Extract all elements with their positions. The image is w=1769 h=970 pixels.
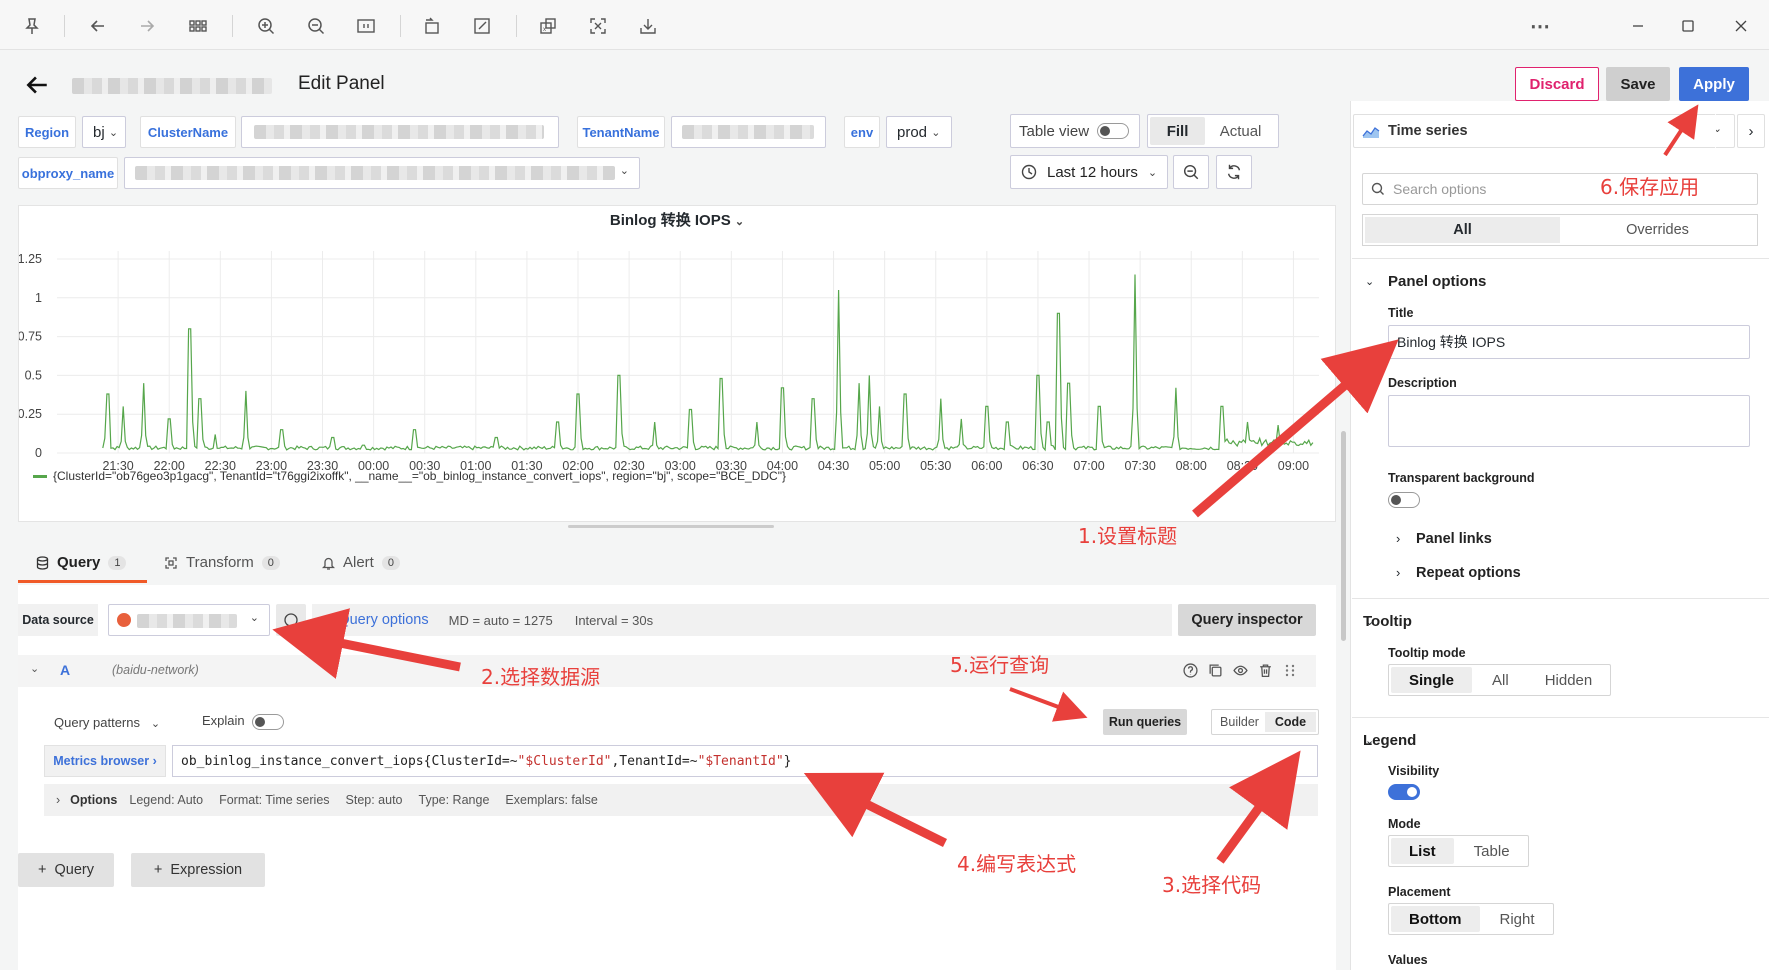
zoom-in-icon[interactable] [252, 12, 280, 40]
forward-icon[interactable] [133, 12, 161, 40]
annotation-set-title: 1.设置标题 [1078, 524, 1178, 548]
svg-text:x: x [543, 27, 546, 33]
fit-icon[interactable] [352, 12, 380, 40]
more-icon[interactable]: ⋯ [1526, 12, 1554, 40]
annotation-write-expression: 4.编写表达式 [957, 852, 1077, 876]
screenshot-icon[interactable] [584, 12, 612, 40]
annotation-save-apply: 6.保存应用 [1600, 175, 1700, 199]
grid-icon[interactable] [184, 12, 212, 40]
translate-icon[interactable]: x [534, 12, 562, 40]
browser-toolbar: x ⋯ [0, 0, 1769, 50]
download-icon[interactable] [634, 12, 662, 40]
maximize-icon[interactable] [1674, 12, 1702, 40]
annotation-select-code: 3.选择代码 [1162, 873, 1262, 897]
grafana-app: Edit Panel Discard Save Apply Region bj … [0, 51, 1769, 970]
zoom-out-icon[interactable] [302, 12, 330, 40]
rotate-icon[interactable] [418, 12, 446, 40]
annotation-arrows [272, 104, 1699, 864]
annotation-run-query: 5.运行查询 [950, 653, 1050, 677]
annotation-select-datasource: 2.选择数据源 [481, 665, 601, 689]
close-icon[interactable] [1727, 12, 1755, 40]
pin-icon[interactable] [18, 12, 46, 40]
back-icon[interactable] [84, 12, 112, 40]
minimize-icon[interactable] [1624, 12, 1652, 40]
edit-icon[interactable] [468, 12, 496, 40]
